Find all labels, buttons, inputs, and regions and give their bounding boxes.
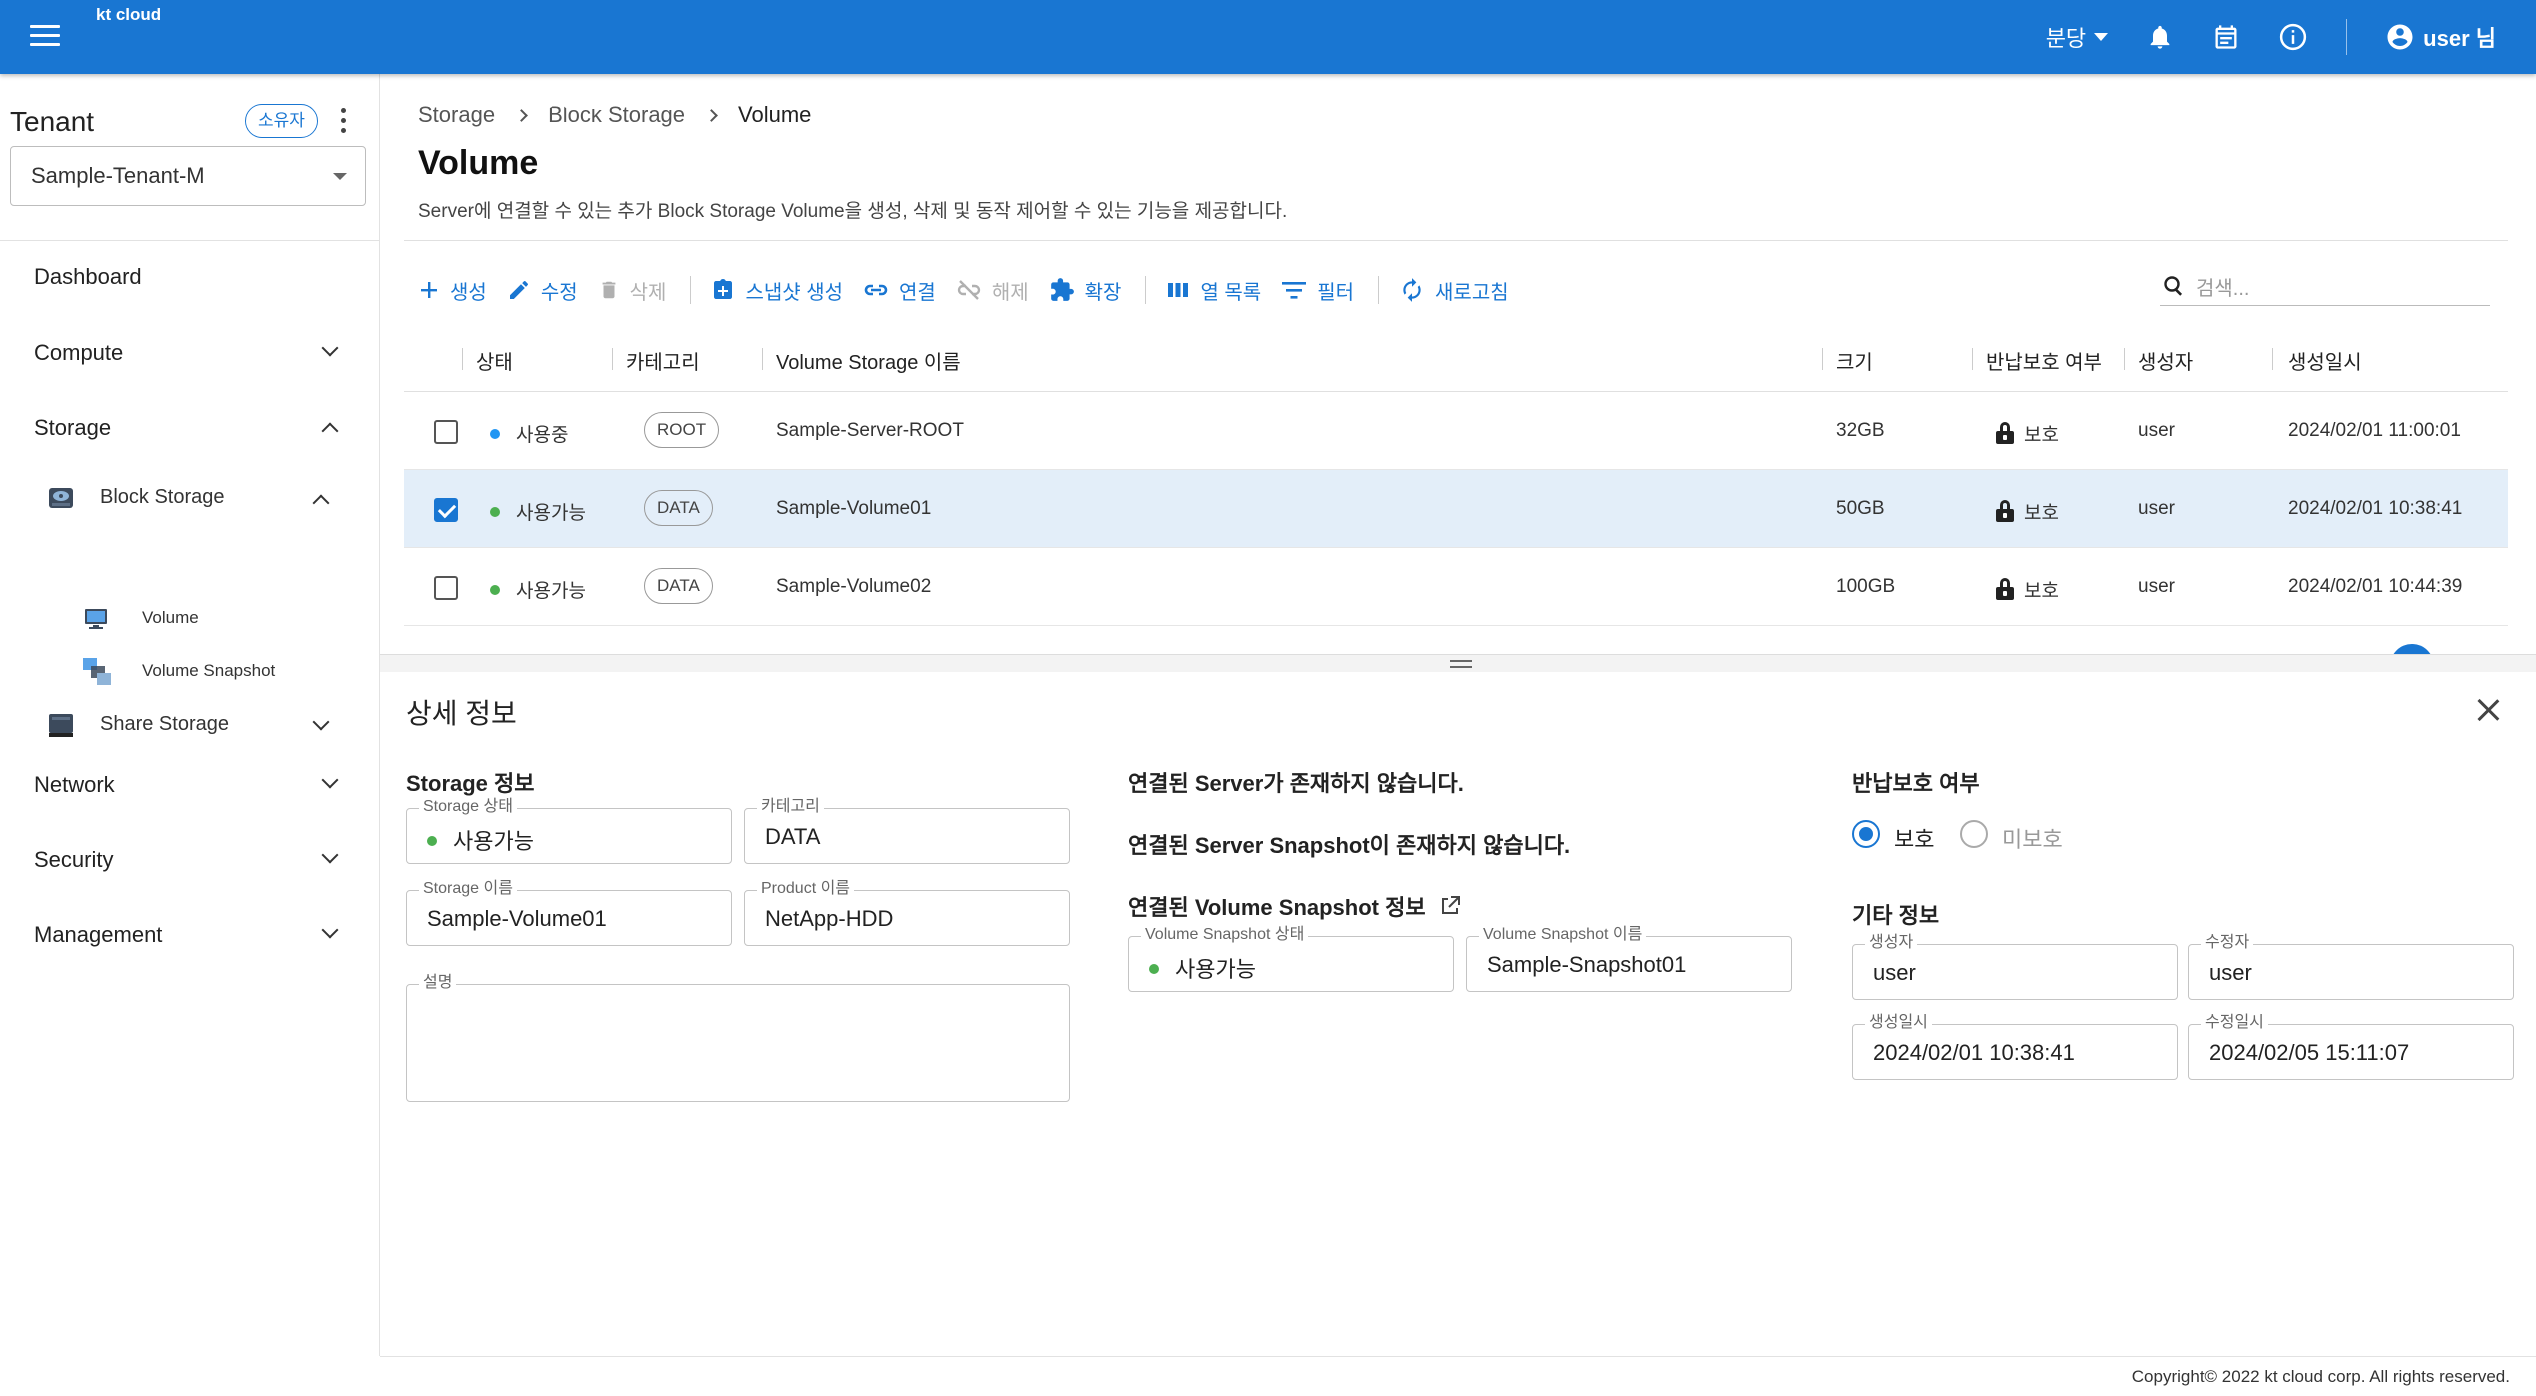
sidebar-item-volume[interactable]: Volume bbox=[0, 594, 380, 644]
toolbar-divider bbox=[2346, 19, 2348, 55]
account-circle-icon bbox=[2387, 24, 2413, 50]
sidebar-item-label: Volume bbox=[142, 608, 199, 627]
sidebar-item-security[interactable]: Security bbox=[0, 829, 380, 893]
user-menu[interactable]: user 님 bbox=[2385, 21, 2496, 53]
region-label: 분당 bbox=[2045, 26, 2087, 51]
row-checkbox[interactable] bbox=[434, 420, 458, 444]
dropdown-arrow-icon bbox=[333, 173, 347, 180]
region-selector[interactable]: 분당 bbox=[2045, 21, 2109, 53]
top-app-bar: kt cloud CLOUD SDDC 분당 user 님 bbox=[0, 0, 2536, 116]
column-divider bbox=[462, 348, 463, 370]
chevron-up-icon bbox=[321, 422, 339, 440]
footer: Copyright© 2022 kt cloud corp. All right… bbox=[380, 1356, 2536, 1396]
caret-down-icon bbox=[2094, 33, 2109, 41]
hard-disk-icon bbox=[49, 488, 73, 508]
chevron-down-icon bbox=[321, 771, 339, 789]
chevron-down-icon bbox=[321, 846, 339, 864]
sidebar-item-share-storage[interactable]: Share Storage bbox=[0, 700, 380, 750]
chevron-down-icon bbox=[321, 921, 339, 939]
nas-icon bbox=[49, 714, 73, 737]
snapshot-icon bbox=[83, 658, 111, 685]
sidebar-item-compute[interactable]: Compute bbox=[0, 322, 380, 386]
copyright-text: Copyright© 2022 kt cloud corp. All right… bbox=[2131, 1367, 2510, 1386]
bell-icon[interactable] bbox=[2146, 22, 2174, 52]
sidebar-divider bbox=[0, 240, 380, 241]
sidebar-item-label: Block Storage bbox=[100, 486, 225, 508]
row-checkbox[interactable] bbox=[434, 498, 458, 522]
logo[interactable]: kt cloud CLOUD SDDC bbox=[96, 5, 738, 116]
plus-icon bbox=[421, 282, 437, 298]
chevron-down-icon bbox=[312, 713, 330, 731]
tenant-select[interactable]: Sample-Tenant-M bbox=[10, 146, 366, 206]
chevron-up-icon bbox=[312, 494, 330, 512]
sidebar-item-label: Share Storage bbox=[100, 713, 229, 735]
sidebar-item-label: Security bbox=[34, 847, 114, 872]
sidebar-item-dashboard[interactable]: Dashboard bbox=[0, 246, 380, 310]
menu-icon[interactable] bbox=[30, 25, 60, 49]
calendar-icon[interactable] bbox=[2212, 22, 2240, 52]
logo-main-text: CLOUD SDDC bbox=[476, 76, 740, 118]
user-name: user 님 bbox=[2423, 26, 2496, 51]
sidebar-item-network[interactable]: Network bbox=[0, 754, 380, 818]
row-checkbox[interactable] bbox=[434, 576, 458, 600]
logo-small-text: kt cloud bbox=[96, 5, 162, 24]
chevron-down-icon bbox=[321, 339, 339, 357]
status-dot bbox=[427, 836, 437, 847]
sidebar-item-management[interactable]: Management bbox=[0, 904, 380, 968]
sidebar-item-label: Storage bbox=[34, 415, 112, 440]
sidebar: Tenant 소유자 Sample-Tenant-M Dashboard Com… bbox=[0, 74, 380, 1356]
tenant-select-value: Sample-Tenant-M bbox=[31, 163, 205, 188]
info-icon[interactable] bbox=[2278, 22, 2308, 52]
sidebar-item-label: Dashboard bbox=[34, 264, 142, 289]
sidebar-item-label: Volume Snapshot bbox=[142, 661, 276, 680]
sidebar-item-block-storage[interactable]: Block Storage bbox=[0, 473, 380, 523]
field-label: 설명 bbox=[419, 974, 457, 992]
sidebar-item-label: Compute bbox=[34, 340, 124, 365]
tenant-title: Tenant bbox=[10, 106, 95, 137]
sidebar-item-label: Management bbox=[34, 922, 163, 947]
owner-badge: 소유자 bbox=[245, 104, 318, 138]
sidebar-item-volume-snapshot[interactable]: Volume Snapshot bbox=[0, 647, 380, 697]
sidebar-item-label: Network bbox=[34, 772, 115, 797]
monitor-icon bbox=[85, 609, 107, 629]
sidebar-item-storage[interactable]: Storage bbox=[0, 397, 380, 461]
more-vert-icon[interactable] bbox=[340, 108, 348, 136]
